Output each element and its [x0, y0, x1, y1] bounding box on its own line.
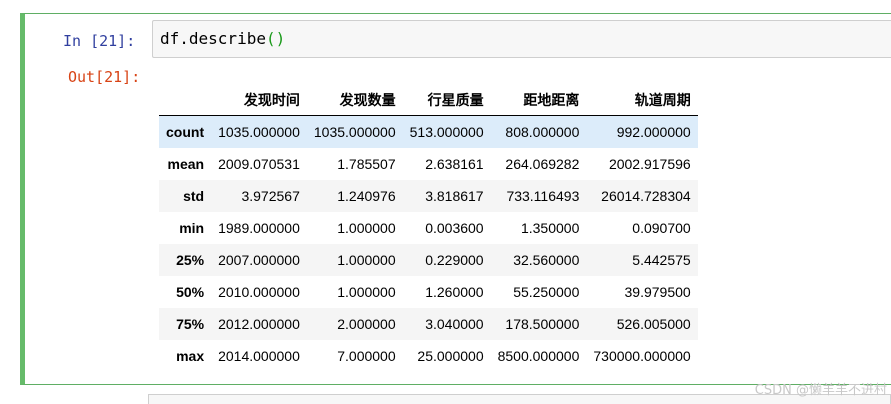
table-cell: 2.000000 [337, 316, 396, 332]
table-cell: 733.116493 [506, 188, 580, 204]
table-cell: 2002.917596 [608, 156, 691, 172]
row-label: max [176, 348, 205, 364]
table-cell: 1.240976 [337, 188, 396, 204]
code-expression: df.describe [160, 29, 266, 48]
table-cell: 1.785507 [337, 156, 396, 172]
index-header [159, 84, 212, 116]
notebook-page: In [21]: df.describe() Out[21]: 发现时间 发现数… [0, 0, 891, 404]
table-cell: 2012.000000 [218, 316, 300, 332]
table-cell: 2014.000000 [218, 348, 300, 364]
table-cell: 808.000000 [505, 124, 580, 140]
table-cell: 3.040000 [425, 316, 484, 332]
table-row: std 3.972567 1.240976 3.818617 733.11649… [159, 180, 698, 212]
row-label: mean [167, 156, 205, 172]
table-cell: 513.000000 [409, 124, 484, 140]
table-cell: 1.260000 [425, 284, 484, 300]
row-label: 25% [176, 252, 205, 268]
table-cell: 55.250000 [513, 284, 580, 300]
table-cell: 1989.000000 [218, 220, 300, 236]
table-cell: 2009.070531 [218, 156, 300, 172]
table-cell: 8500.000000 [497, 348, 580, 364]
row-label: std [183, 188, 205, 204]
describe-output-table: 发现时间 发现数量 行星质量 距地距离 轨道周期 count 1035.0000… [159, 84, 698, 372]
table-cell: 2010.000000 [218, 284, 300, 300]
column-header: 轨道周期 [586, 84, 698, 116]
column-header: 发现时间 [211, 84, 307, 116]
table-cell: 3.972567 [241, 188, 300, 204]
table-cell: 992.000000 [616, 124, 691, 140]
table-cell: 1.000000 [337, 284, 396, 300]
table-row: 75% 2012.000000 2.000000 3.040000 178.50… [159, 308, 698, 340]
table-cell: 25.000000 [417, 348, 484, 364]
table-row: mean 2009.070531 1.785507 2.638161 264.0… [159, 148, 698, 180]
table-cell: 32.560000 [513, 252, 580, 268]
table-header-row: 发现时间 发现数量 行星质量 距地距离 轨道周期 [159, 84, 698, 116]
code-cell[interactable]: In [21]: df.describe() Out[21]: 发现时间 发现数… [20, 13, 891, 385]
column-header: 距地距离 [490, 84, 587, 116]
column-header: 发现数量 [306, 84, 403, 116]
table-cell: 0.229000 [425, 252, 484, 268]
table-cell: 730000.000000 [593, 348, 691, 364]
row-label: 75% [176, 316, 205, 332]
table-cell: 26014.728304 [601, 188, 691, 204]
table-cell: 264.069282 [505, 156, 580, 172]
table-cell: 3.818617 [425, 188, 484, 204]
row-label: min [179, 220, 205, 236]
table-cell: 2007.000000 [218, 252, 300, 268]
output-prompt: Out[21]: [68, 68, 141, 86]
table-row: 25% 2007.000000 1.000000 0.229000 32.560… [159, 244, 698, 276]
table-cell: 1035.000000 [218, 124, 300, 140]
table-cell: 178.500000 [505, 316, 580, 332]
table-row: 50% 2010.000000 1.000000 1.260000 55.250… [159, 276, 698, 308]
table-cell: 0.003600 [425, 220, 484, 236]
row-label: count [166, 124, 205, 140]
table-cell: 5.442575 [632, 252, 691, 268]
input-prompt: In [21]: [63, 32, 136, 50]
table-cell: 1.000000 [337, 220, 396, 236]
watermark: CSDN @懒羊羊不进村 [754, 383, 887, 398]
table-cell: 2.638161 [425, 156, 484, 172]
table-row: max 2014.000000 7.000000 25.000000 8500.… [159, 340, 698, 372]
table-row: min 1989.000000 1.000000 0.003600 1.3500… [159, 212, 698, 244]
table-cell: 1035.000000 [313, 124, 396, 140]
table-cell: 39.979500 [624, 284, 691, 300]
table-row: count 1035.000000 1035.000000 513.000000… [159, 115, 698, 148]
table-cell: 526.005000 [616, 316, 691, 332]
code-text[interactable]: df.describe() [160, 29, 285, 48]
table-cell: 7.000000 [337, 348, 396, 364]
row-label: 50% [176, 284, 205, 300]
table-cell: 1.350000 [520, 220, 580, 236]
code-input-area[interactable]: df.describe() [152, 20, 891, 58]
table-cell: 0.090700 [632, 220, 691, 236]
table-cell: 1.000000 [337, 252, 396, 268]
code-parens: () [265, 29, 286, 48]
column-header: 行星质量 [402, 84, 491, 116]
